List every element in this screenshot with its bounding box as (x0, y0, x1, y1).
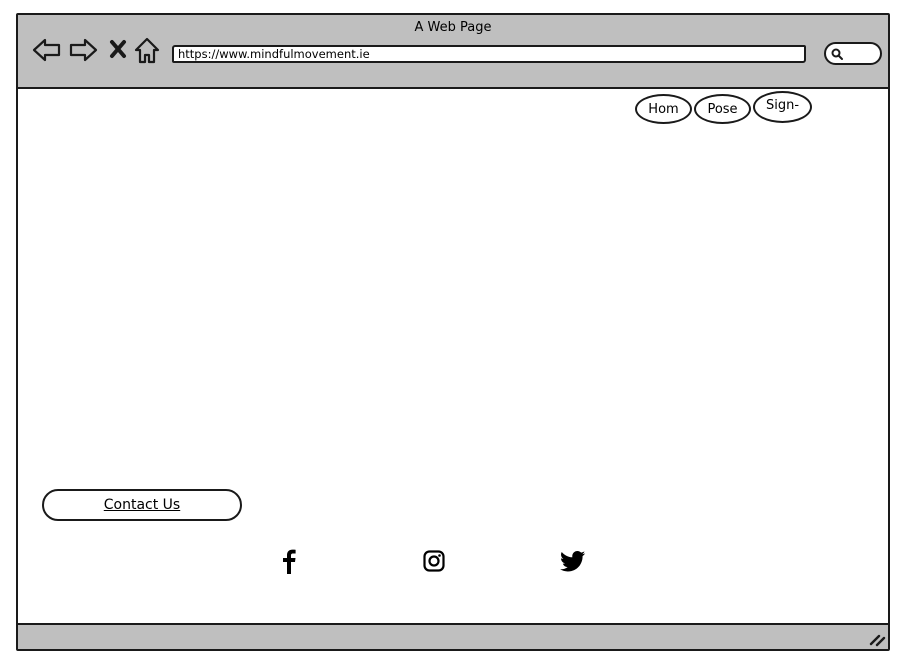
resize-grip-icon[interactable] (868, 631, 886, 647)
facebook-icon[interactable] (282, 548, 296, 574)
instagram-icon[interactable] (423, 550, 445, 572)
home-icon[interactable] (134, 37, 160, 65)
status-bar (18, 623, 888, 649)
stop-icon[interactable] (109, 39, 127, 59)
search-box[interactable] (824, 42, 882, 65)
search-icon (831, 48, 843, 60)
nav-item-home[interactable]: Hom (635, 94, 692, 124)
address-bar[interactable]: https://www.mindfulmovement.ie (172, 45, 806, 63)
browser-titlebar: A Web Page https://www.mindfulmovement.i… (18, 15, 888, 89)
browser-window: A Web Page https://www.mindfulmovement.i… (16, 13, 890, 651)
twitter-icon[interactable] (560, 551, 586, 572)
window-title: A Web Page (414, 20, 492, 35)
back-arrow-icon[interactable] (32, 37, 62, 63)
nav-item-sign-up[interactable]: Sign- (753, 91, 812, 123)
address-bar-url: https://www.mindfulmovement.ie (178, 47, 370, 61)
nav-item-label: Sign- (765, 98, 800, 113)
nav-item-label: Hom (648, 101, 679, 117)
contact-us-label: Contact Us (103, 497, 181, 513)
nav-item-poses[interactable]: Pose (694, 94, 751, 124)
forward-arrow-icon[interactable] (68, 37, 98, 63)
contact-us-button[interactable]: Contact Us (42, 489, 242, 521)
nav-item-label: Pose (707, 101, 738, 117)
